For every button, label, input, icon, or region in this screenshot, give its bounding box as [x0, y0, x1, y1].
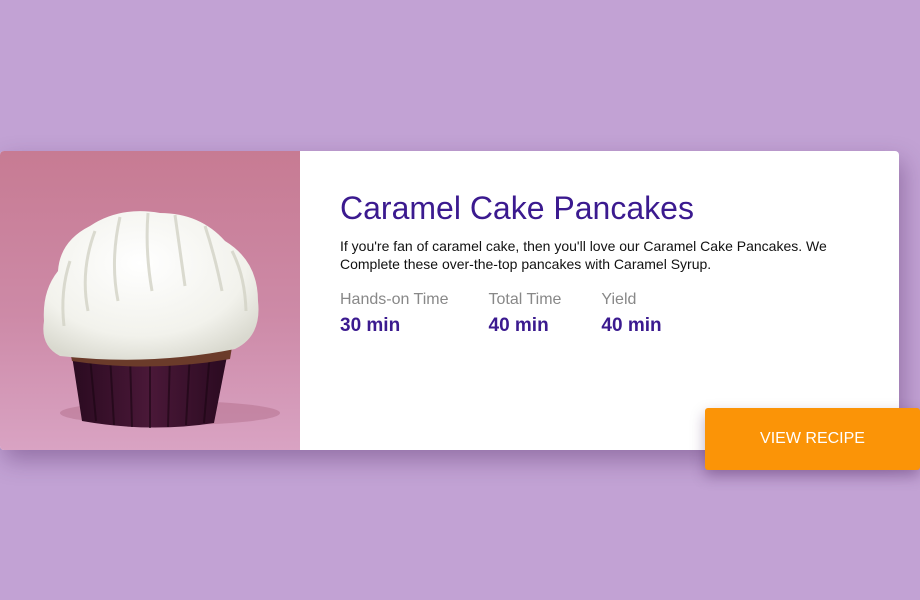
recipe-image	[0, 151, 300, 450]
recipe-description: If you're fan of caramel cake, then you'…	[340, 238, 827, 272]
view-recipe-button[interactable]: VIEW RECIPE	[705, 408, 920, 470]
stat-total-time: Total Time 40 min	[489, 290, 562, 337]
stat-value: 40 min	[488, 315, 549, 336]
stat-label: Yield	[601, 291, 637, 308]
recipe-content: Caramel Cake Pancakes If you're fan of c…	[340, 189, 860, 337]
stat-yield: Yield 40 min	[601, 290, 661, 337]
stat-label: Total Time	[488, 291, 562, 308]
cupcake-image	[43, 211, 280, 428]
recipe-title: Caramel Cake Pancakes	[340, 190, 694, 226]
recipe-card: Caramel Cake Pancakes If you're fan of c…	[0, 151, 899, 450]
stat-value: 40 min	[601, 315, 662, 336]
recipe-stats: Hands-on Time 30 min Total Time 40 min Y…	[340, 290, 860, 337]
stat-value: 30 min	[340, 315, 401, 336]
stat-label: Hands-on Time	[340, 291, 449, 308]
stat-hands-on-time: Hands-on Time 30 min	[340, 290, 449, 337]
